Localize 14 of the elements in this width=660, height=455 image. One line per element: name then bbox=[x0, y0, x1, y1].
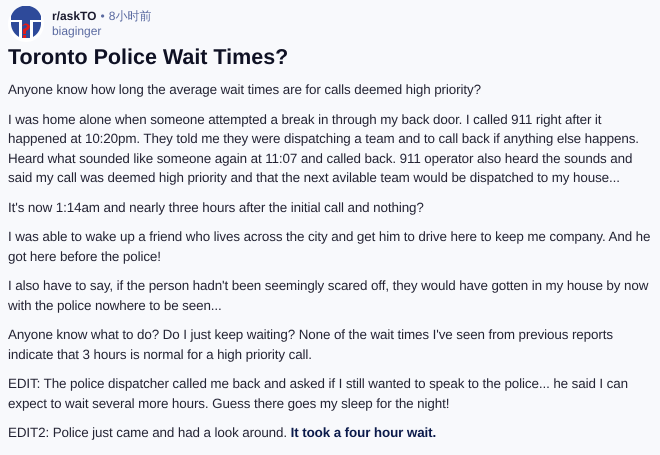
subreddit-name[interactable]: r/askTO bbox=[52, 9, 96, 24]
author-name[interactable]: biaginger bbox=[52, 24, 152, 39]
post-paragraph: I was home alone when someone attempted a break in through my back door. I called 911 right after it happened at 10:20pm. They told me they were dispatching a team and to call back if anything else happens. Heard what sounded like someone again at 11:07 and called back. 911 operator also heard the sounds and said my call was deemed high priority and that the next avilable team would be dispatched to my house... bbox=[8, 110, 640, 187]
post-paragraph: I was able to wake up a friend who lives across the city and get him to drive here to keep me company. And he got here before the police! bbox=[8, 228, 652, 266]
subreddit-avatar-icon[interactable] bbox=[8, 6, 44, 42]
post-paragraph: Anyone know what to do? Do I just keep waiting? None of the wait times I've seen from previous reports indicate that 3 hours is normal for a high priority call. bbox=[8, 326, 614, 364]
separator-dot: • bbox=[100, 9, 105, 24]
post-paragraph: Anyone know how long the average wait times are for calls deemed high priority? bbox=[8, 81, 482, 99]
post-paragraph: It's now 1:14am and nearly three hours after the initial call and nothing? bbox=[8, 198, 425, 217]
post-time: 8小时前 bbox=[108, 9, 152, 24]
post-paragraph: I also have to say, if the person hadn't been seemingly scared off, they would have gotten in my house by now with the police nowhere to be seen... bbox=[8, 277, 650, 315]
post-paragraph: EDIT2: Police just came and had a look around. It took a four hour wait. bbox=[8, 424, 438, 442]
post-title: Toronto Police Wait Times? bbox=[8, 45, 290, 70]
post-paragraph: EDIT: The police dispatcher called me back and asked if I still wanted to speak to the police... he said I can expect to wait several more hours. Guess there goes my sleep for the night! bbox=[8, 375, 629, 413]
